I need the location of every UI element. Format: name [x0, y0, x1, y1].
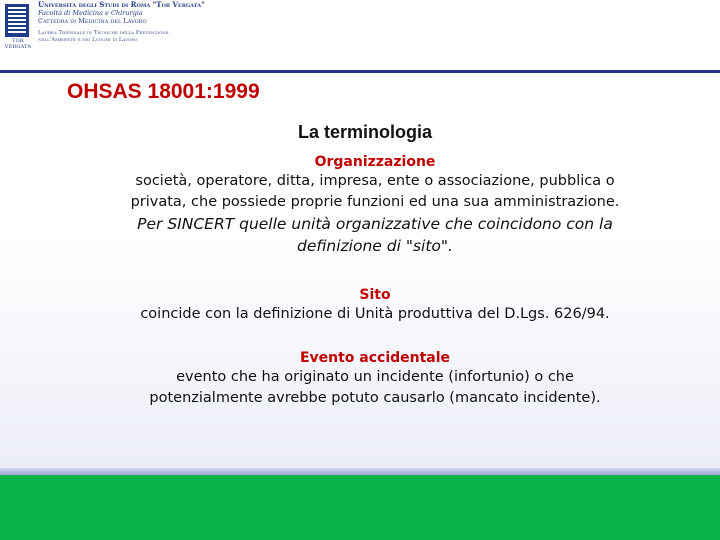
institution-block: Università degli Studi di Roma "Tor Verg… — [38, 0, 205, 44]
section-note-line: definizione di "sito". — [297, 237, 453, 255]
section-line: privata, che possiede proprie funzioni e… — [130, 194, 620, 210]
slide-subtitle: La terminologia — [297, 122, 432, 142]
logo-caption: TOR VERGATA — [4, 38, 32, 50]
section-line: potenzialmente avrebbe potuto causarlo (… — [149, 390, 601, 406]
section-organizzazione: Organizzazione società, operatore, ditta… — [0, 154, 720, 257]
section-heading: Organizzazione — [314, 154, 436, 170]
section-evento-accidentale: Evento accidentale evento che ha origina… — [0, 350, 720, 409]
footer-band — [0, 475, 720, 540]
section-line: coincide con la definizione di Unità pro… — [140, 306, 610, 322]
section-heading: Evento accidentale — [299, 350, 451, 366]
department-name: Cattedra di Medicina del Lavoro — [38, 17, 147, 25]
degree-line-1: Laurea Triennale in Tecniche della Preve… — [38, 30, 169, 36]
section-sito: Sito coincide con la definizione di Unit… — [0, 287, 720, 325]
header: TOR VERGATA Università degli Studi di Ro… — [0, 0, 720, 70]
section-line: società, operatore, ditta, impresa, ente… — [135, 173, 615, 189]
faculty-name: Facoltà di Medicina e Chirurgia — [38, 9, 143, 17]
section-line: evento che ha originato un incidente (in… — [176, 369, 574, 385]
slide-title: OHSAS 18001:1999 — [67, 80, 260, 103]
degree-line-2: nell'Ambiente e nei Luoghi di Lavoro — [38, 37, 138, 43]
content-bottom-edge — [0, 468, 720, 475]
section-note-line: Per SINCERT quelle unità organizzative c… — [137, 215, 613, 233]
section-heading: Sito — [359, 287, 391, 303]
institution-name: Università degli Studi di Roma "Tor Verg… — [38, 0, 205, 9]
